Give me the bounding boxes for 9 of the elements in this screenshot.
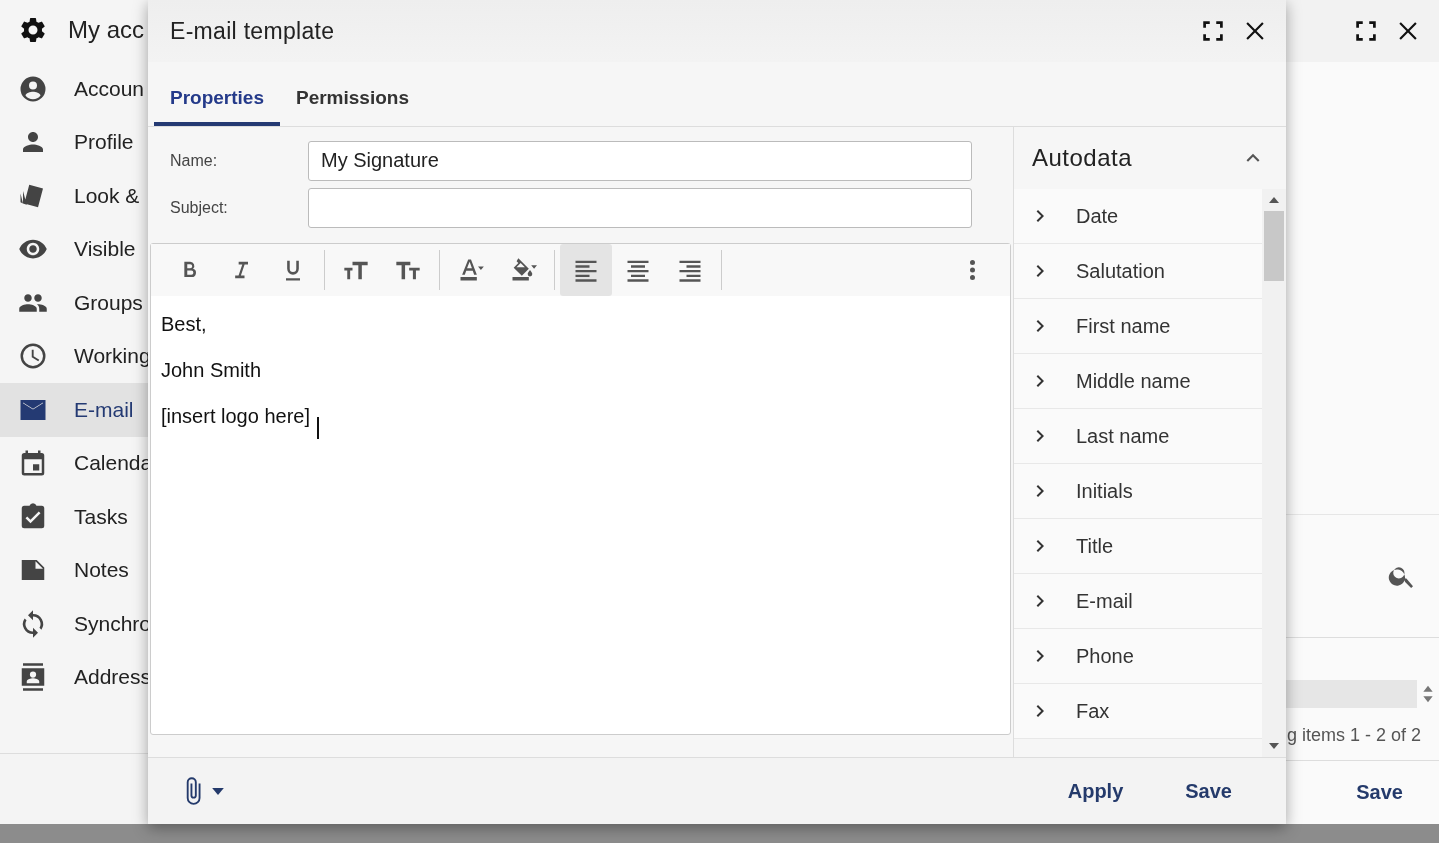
dialog-title: E-mail template: [170, 17, 336, 45]
editor-text-line: John Smith: [161, 358, 262, 383]
field-label: Name:: [169, 151, 219, 170]
field-label: Subject:: [169, 198, 229, 217]
editor-text-line: [insert logo here]: [161, 404, 310, 429]
editor-text-line: Best,: [161, 312, 207, 337]
panel-title: Autodata: [1032, 144, 1134, 172]
page-title: My acc: [68, 16, 144, 44]
pager-text: g items 1 - 2 of 2: [1286, 724, 1421, 746]
